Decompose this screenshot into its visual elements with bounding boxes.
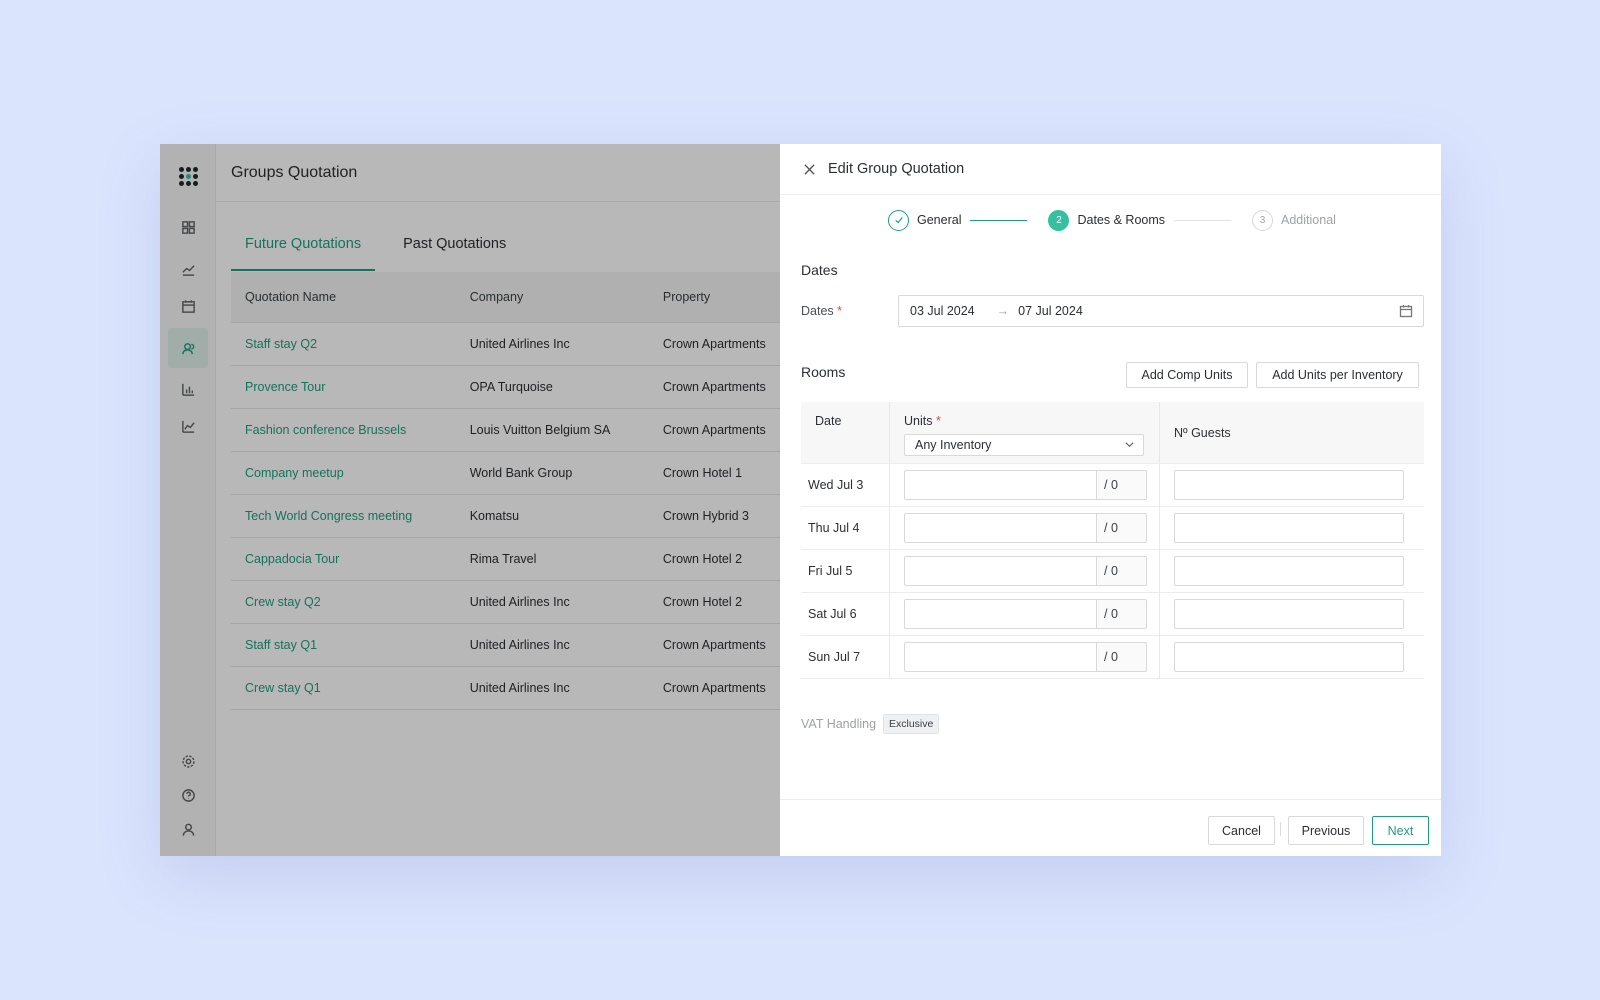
guests-cell (1160, 593, 1424, 636)
room-date: Fri Jul 5 (801, 549, 890, 593)
inventory-select[interactable]: Any Inventory (904, 434, 1144, 456)
units-cell: / 0 (890, 506, 1160, 550)
guests-cell (1160, 507, 1424, 550)
drawer-title: Edit Group Quotation (828, 161, 965, 177)
guests-input[interactable] (1174, 642, 1404, 672)
units-cell: / 0 (890, 549, 1160, 593)
dates-section-title: Dates (801, 262, 838, 278)
rooms-table-header: Date Units * Any Inventory Nº Guests (801, 402, 1424, 464)
vat-badge: Exclusive (883, 714, 940, 734)
units-input[interactable] (904, 513, 1096, 543)
units-total: / 0 (1096, 513, 1147, 543)
step-connector (1174, 219, 1232, 221)
rooms-section-title: Rooms (801, 364, 846, 380)
drawer-footer: Cancel Previous Next (780, 799, 1441, 856)
units-label: Units (904, 414, 933, 428)
guests-input[interactable] (1174, 556, 1404, 586)
guests-input[interactable] (1174, 513, 1404, 543)
app-window: Groups Quotation Future Quotations Past … (160, 144, 1441, 856)
units-total: / 0 (1096, 470, 1147, 500)
units-total: / 0 (1096, 599, 1147, 629)
dates-label-text: Dates (801, 304, 834, 318)
step-general[interactable]: General (917, 213, 961, 227)
date-from[interactable]: 03 Jul 2024 (910, 304, 975, 318)
previous-button[interactable]: Previous (1288, 816, 1364, 845)
column-header-units: Units * Any Inventory (890, 402, 1160, 463)
required-mark: * (837, 304, 843, 318)
guests-cell (1160, 636, 1424, 679)
units-input[interactable] (904, 470, 1096, 500)
add-comp-units-button[interactable]: Add Comp Units (1126, 362, 1248, 388)
units-input[interactable] (904, 642, 1096, 672)
vat-handling-label: VAT Handling (801, 717, 877, 731)
arrow-right-icon: → (996, 304, 1010, 318)
rooms-row: Sat Jul 6 / 0 (801, 592, 1424, 636)
guests-cell (1160, 550, 1424, 593)
check-icon[interactable] (888, 209, 909, 231)
units-input[interactable] (904, 599, 1096, 629)
required-mark: * (935, 414, 941, 428)
rooms-row: Wed Jul 3 / 0 (801, 463, 1424, 507)
room-date: Thu Jul 4 (801, 506, 890, 550)
close-icon[interactable] (802, 162, 816, 176)
rooms-row: Thu Jul 4 / 0 (801, 506, 1424, 550)
units-cell: / 0 (890, 635, 1160, 679)
rooms-table: Date Units * Any Inventory Nº Guests Wed… (801, 402, 1424, 679)
calendar-icon[interactable] (1399, 304, 1413, 321)
guests-input[interactable] (1174, 599, 1404, 629)
step-additional[interactable]: Additional (1281, 213, 1336, 227)
edit-quotation-drawer: Edit Group Quotation General 2 Dates & R… (780, 144, 1441, 856)
step-dates-rooms[interactable]: Dates & Rooms (1077, 213, 1165, 227)
units-cell: / 0 (890, 592, 1160, 636)
stepper: General 2 Dates & Rooms 3 Additional (888, 208, 1336, 232)
rooms-row: Sun Jul 7 / 0 (801, 635, 1424, 679)
step-number-3[interactable]: 3 (1252, 209, 1274, 231)
units-total: / 0 (1096, 642, 1147, 672)
column-header-date: Date (801, 402, 890, 463)
room-date: Wed Jul 3 (801, 463, 890, 507)
units-total: / 0 (1096, 556, 1147, 586)
guests-cell (1160, 464, 1424, 507)
rooms-row: Fri Jul 5 / 0 (801, 549, 1424, 593)
room-date: Sat Jul 6 (801, 592, 890, 636)
guests-input[interactable] (1174, 470, 1404, 500)
dates-label: Dates * (801, 304, 842, 318)
inventory-select-value: Any Inventory (915, 438, 992, 452)
step-connector (970, 219, 1028, 221)
room-date: Sun Jul 7 (801, 635, 890, 679)
date-to[interactable]: 07 Jul 2024 (1018, 304, 1083, 318)
date-range-picker[interactable]: 03 Jul 2024 → 07 Jul 2024 (898, 295, 1424, 327)
next-button[interactable]: Next (1372, 816, 1429, 845)
cancel-button[interactable]: Cancel (1208, 816, 1275, 845)
units-cell: / 0 (890, 463, 1160, 507)
footer-divider (1280, 822, 1281, 836)
modal-overlay[interactable] (160, 144, 780, 856)
drawer-header: Edit Group Quotation (780, 144, 1441, 195)
units-input[interactable] (904, 556, 1096, 586)
column-header-guests: Nº Guests (1174, 425, 1231, 440)
add-units-per-inventory-button[interactable]: Add Units per Inventory (1256, 362, 1419, 388)
step-number-2[interactable]: 2 (1048, 209, 1070, 231)
chevron-down-icon (1124, 439, 1135, 453)
